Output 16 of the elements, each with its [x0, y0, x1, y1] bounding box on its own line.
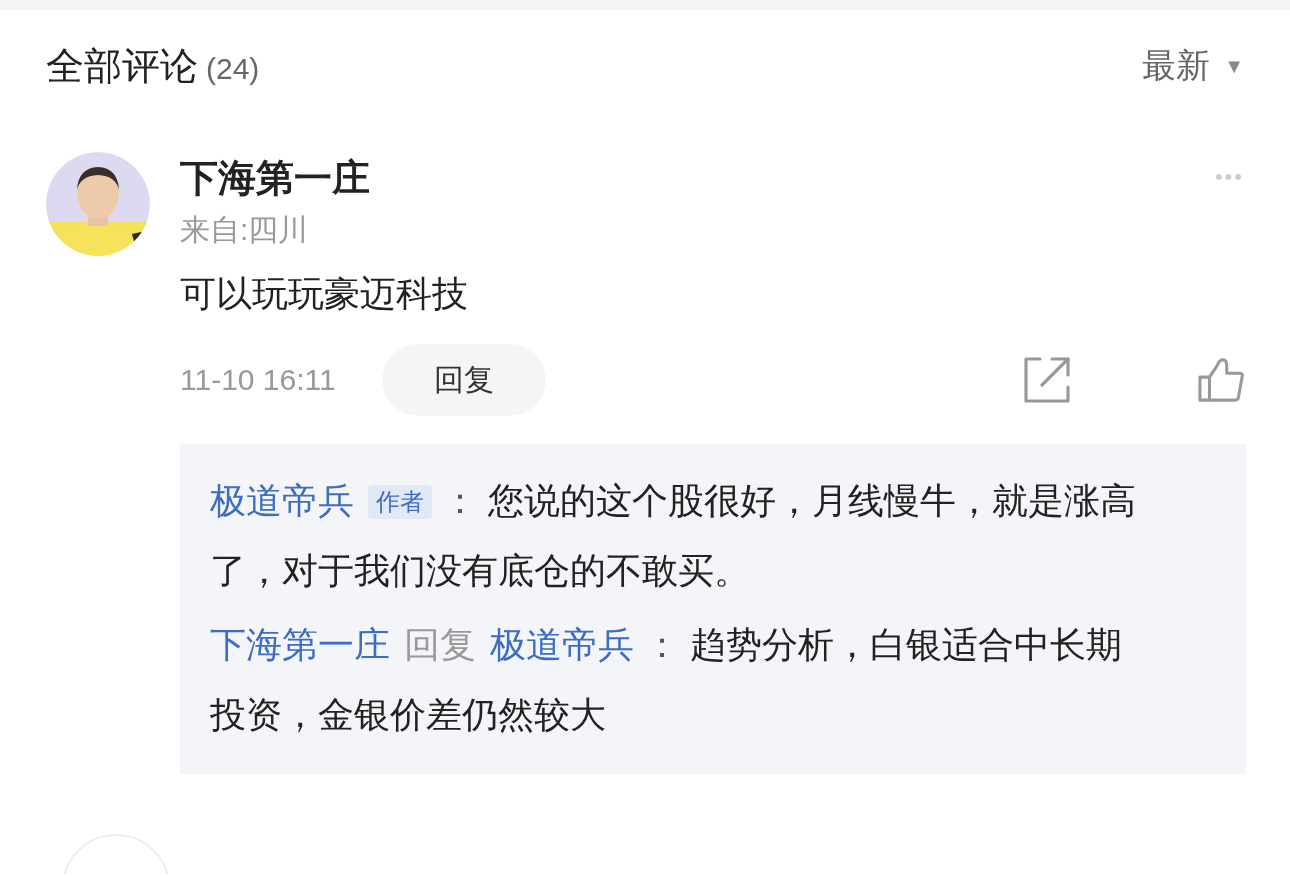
- share-icon[interactable]: [1024, 357, 1070, 403]
- user-link[interactable]: 极道帝兵: [210, 480, 354, 521]
- user-location: 来自:四川: [180, 212, 310, 248]
- timestamp: 11-10 16:11: [180, 363, 336, 397]
- reply-button[interactable]: 回复: [381, 344, 546, 416]
- comment-count: (24): [206, 51, 260, 85]
- reply-text: 极道帝兵 作者 ： 您说的这个股很好，月线慢牛，就是涨高了，对于我们没有底仓的不敢买。: [210, 479, 1137, 593]
- reply-text: 下海第一庄 回复 极道帝兵 ： 趋势分析，白银适合中长期投资，金银价差仍然较大: [210, 623, 1123, 737]
- user-name: 下海第一庄: [180, 156, 370, 201]
- user-link[interactable]: 极道帝兵: [490, 624, 634, 665]
- sort-dropdown[interactable]: 最新 ▼: [1142, 43, 1244, 89]
- thumbs-up-icon[interactable]: [1198, 357, 1244, 403]
- comment-text: 可以玩玩豪迈科技: [180, 272, 469, 316]
- user-link[interactable]: 下海第一庄: [210, 624, 390, 665]
- section-title: 全部评论: [46, 44, 198, 87]
- author-badge: 作者: [368, 485, 432, 519]
